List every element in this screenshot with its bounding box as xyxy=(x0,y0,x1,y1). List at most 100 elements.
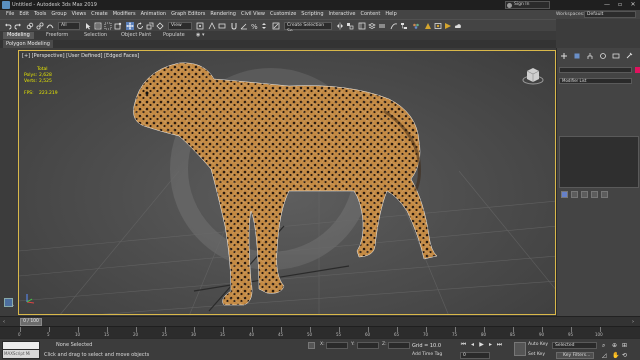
menu-graph-editors[interactable]: Graph Editors xyxy=(171,10,205,19)
app-icon[interactable] xyxy=(2,1,10,9)
key-selection-dropdown[interactable]: Selected xyxy=(552,342,597,349)
viewcube-icon[interactable] xyxy=(521,63,545,87)
undo-icon[interactable] xyxy=(4,22,12,30)
menu-interactive[interactable]: Interactive xyxy=(329,10,356,19)
menu-help[interactable]: Help xyxy=(385,10,396,19)
maxscript-output[interactable]: MAXScript Mi xyxy=(3,350,39,358)
menu-edit[interactable]: Edit xyxy=(19,10,29,19)
create-tab-icon[interactable] xyxy=(560,52,568,60)
lock-selection-icon[interactable] xyxy=(308,342,315,349)
go-to-end-icon[interactable]: ⏭ xyxy=(496,341,503,348)
hierarchy-tab-icon[interactable] xyxy=(586,52,594,60)
current-frame-field[interactable]: 0 xyxy=(460,352,490,359)
set-key-icon[interactable] xyxy=(514,342,526,356)
show-end-result-icon[interactable] xyxy=(571,191,578,198)
keyboard-shortcut-icon[interactable] xyxy=(218,22,226,30)
layer-explorer-icon[interactable] xyxy=(368,22,376,30)
set-key-button[interactable]: Set Key xyxy=(528,352,545,357)
tab-modeling[interactable]: Modeling xyxy=(3,32,34,39)
tab-freeform[interactable]: Freeform xyxy=(46,32,68,39)
expand-arrow-icon[interactable]: › xyxy=(12,304,16,309)
polygon-modeling-panel[interactable]: Polygon Modeling xyxy=(3,40,53,48)
render-setup-icon[interactable] xyxy=(424,22,432,30)
orbit-icon[interactable]: ⟲ xyxy=(622,352,629,359)
render-production-icon[interactable] xyxy=(444,22,452,30)
make-unique-icon[interactable] xyxy=(581,191,588,198)
track-bar[interactable]: 0 5 10 15 20 25 30 35 40 45 50 55 60 65 … xyxy=(0,326,640,338)
menu-animation[interactable]: Animation xyxy=(141,10,167,19)
menu-customize[interactable]: Customize xyxy=(270,10,296,19)
curve-editor-icon[interactable] xyxy=(390,22,398,30)
workspaces-dropdown[interactable]: Default xyxy=(584,11,636,18)
menu-civil-view[interactable]: Civil View xyxy=(241,10,265,19)
mirror-icon[interactable] xyxy=(336,22,344,30)
select-manipulate-icon[interactable] xyxy=(208,22,216,30)
go-to-start-icon[interactable]: ⏮ xyxy=(460,341,467,348)
remove-modifier-icon[interactable] xyxy=(591,191,598,198)
next-frame-arrow-icon[interactable]: › xyxy=(632,319,634,325)
percent-snap-icon[interactable]: % xyxy=(250,22,258,31)
snaps-toggle-icon[interactable] xyxy=(230,22,238,30)
maxscript-listener[interactable]: MAXScript Mi xyxy=(2,341,40,359)
selection-set-dropdown[interactable]: Create Selection Se xyxy=(284,22,332,34)
y-coordinate-field[interactable] xyxy=(357,342,379,349)
use-pivot-center-icon[interactable] xyxy=(196,22,204,30)
menu-tools[interactable]: Tools xyxy=(34,10,46,19)
bind-space-warp-icon[interactable] xyxy=(46,22,54,30)
field-of-view-icon[interactable]: ◿ xyxy=(602,352,609,359)
menu-file[interactable]: File xyxy=(6,10,14,19)
next-frame-icon[interactable]: ▸ xyxy=(487,341,494,348)
maxscript-input[interactable] xyxy=(3,342,39,349)
modifier-stack[interactable] xyxy=(559,136,639,188)
auto-key-button[interactable]: Auto Key xyxy=(528,342,548,347)
select-and-place-icon[interactable] xyxy=(156,22,164,30)
ribbon-options-icon[interactable]: ◉ ▾ xyxy=(196,32,204,39)
select-object-icon[interactable] xyxy=(84,22,92,30)
schematic-view-icon[interactable] xyxy=(400,22,408,30)
menu-views[interactable]: Views xyxy=(72,10,86,19)
unlink-icon[interactable] xyxy=(36,22,44,30)
select-and-rotate-icon[interactable] xyxy=(136,22,144,30)
spinner-snap-icon[interactable] xyxy=(260,22,268,30)
window-crossing-icon[interactable] xyxy=(114,22,122,30)
edit-named-selection-icon[interactable] xyxy=(272,22,280,30)
rendered-frame-window-icon[interactable] xyxy=(434,22,442,30)
scene-explorer-icon[interactable] xyxy=(358,22,366,30)
add-time-tag[interactable]: Add Time Tag xyxy=(412,352,442,357)
object-name-field[interactable] xyxy=(559,67,632,73)
menu-scripting[interactable]: Scripting xyxy=(301,10,323,19)
select-and-scale-icon[interactable] xyxy=(146,22,154,30)
zoom-all-icon[interactable]: ⊕ xyxy=(612,342,619,349)
viewport-label[interactable]: [+] [Perspective] [User Defined] [Edged … xyxy=(22,53,139,59)
time-slider-thumb[interactable]: 0 / 100 xyxy=(20,318,42,326)
time-slider[interactable]: ‹ 0 / 100 › xyxy=(0,316,640,326)
tab-populate[interactable]: Populate xyxy=(163,32,185,39)
play-icon[interactable]: ▶ xyxy=(478,341,485,348)
display-tab-icon[interactable] xyxy=(612,52,620,60)
x-coordinate-field[interactable] xyxy=(326,342,348,349)
prev-frame-icon[interactable]: ◂ xyxy=(469,341,476,348)
redo-icon[interactable] xyxy=(14,22,22,30)
link-icon[interactable] xyxy=(26,22,34,30)
menu-rendering[interactable]: Rendering xyxy=(210,10,236,19)
close-button[interactable]: ✕ xyxy=(627,0,639,10)
tab-selection[interactable]: Selection xyxy=(84,32,107,39)
utilities-tab-icon[interactable] xyxy=(625,52,633,60)
menu-modifiers[interactable]: Modifiers xyxy=(113,10,136,19)
maximize-button[interactable]: ▫ xyxy=(614,0,626,10)
pan-view-icon[interactable]: ✋ xyxy=(612,352,619,359)
z-coordinate-field[interactable] xyxy=(388,342,410,349)
reference-coordinate-dropdown[interactable]: View xyxy=(168,22,192,30)
menu-group[interactable]: Group xyxy=(51,10,66,19)
configure-modifier-sets-icon[interactable] xyxy=(601,191,608,198)
menu-content[interactable]: Content xyxy=(360,10,380,19)
zoom-icon[interactable]: ⌕ xyxy=(602,342,609,349)
align-icon[interactable] xyxy=(346,22,354,30)
object-color-swatch[interactable] xyxy=(635,67,640,73)
rectangular-selection-icon[interactable] xyxy=(104,22,112,30)
selection-filter-dropdown[interactable]: All xyxy=(58,22,80,30)
render-cloud-icon[interactable] xyxy=(454,22,462,30)
modifier-list-dropdown[interactable]: Modifier List xyxy=(559,78,632,84)
toggle-ribbon-icon[interactable] xyxy=(378,22,386,30)
material-editor-icon[interactable] xyxy=(412,22,420,30)
